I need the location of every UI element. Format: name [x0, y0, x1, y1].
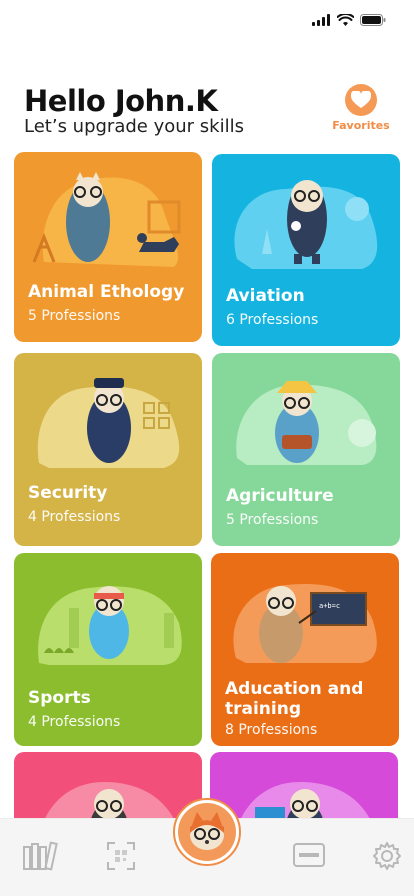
card-count: 4 Professions: [28, 509, 121, 525]
category-card-security[interactable]: Security 4 Professions: [14, 353, 202, 546]
favorites-button[interactable]: Favorites: [326, 84, 396, 132]
wifi-icon: [337, 14, 354, 26]
category-card-agriculture[interactable]: Agriculture 5 Professions: [212, 353, 400, 546]
favorites-label: Favorites: [332, 119, 390, 132]
agriculture-illustration: [236, 381, 377, 465]
card-title: Agriculture: [226, 486, 334, 506]
header: Hello John.K Let’s upgrade your skills F…: [24, 84, 396, 144]
card-count: 6 Professions: [226, 312, 319, 328]
home-mascot-icon: [178, 803, 236, 861]
status-bar: [0, 0, 414, 44]
animal-ethology-illustration: [32, 172, 181, 267]
qr-scan-icon[interactable]: [106, 841, 136, 871]
home-mascot-button[interactable]: [173, 798, 241, 866]
card-count: 4 Professions: [28, 714, 121, 730]
aviation-illustration: [234, 180, 378, 269]
card-title: Security: [28, 483, 108, 503]
category-card-animal-ethology[interactable]: Animal Ethology 5 Professions: [14, 152, 202, 342]
svg-text:a+b=c: a+b=c: [319, 602, 340, 610]
card-title: Animal Ethology: [28, 282, 185, 302]
category-card-aviation[interactable]: Aviation 6 Professions: [212, 154, 400, 346]
card-title: Sports: [28, 688, 91, 708]
card-count: 5 Professions: [226, 512, 319, 528]
card-icon[interactable]: [292, 841, 326, 869]
security-illustration: [37, 378, 180, 468]
bottom-nav: [0, 798, 414, 896]
education-illustration: a+b=c: [233, 583, 377, 663]
card-count: 5 Professions: [28, 308, 121, 324]
card-title: Aducation and training: [225, 679, 364, 719]
category-card-education[interactable]: a+b=c Aducation and training 8 Professio…: [211, 553, 399, 746]
gear-icon[interactable]: [372, 841, 402, 871]
category-card-sports[interactable]: Sports 4 Professions: [14, 553, 202, 746]
library-icon[interactable]: [23, 841, 63, 871]
heart-icon: [345, 84, 377, 116]
card-count: 8 Professions: [225, 722, 318, 738]
signal-icon: [312, 14, 330, 26]
battery-icon: [360, 14, 386, 26]
card-title: Aviation: [226, 286, 305, 306]
sports-illustration: [38, 586, 182, 665]
